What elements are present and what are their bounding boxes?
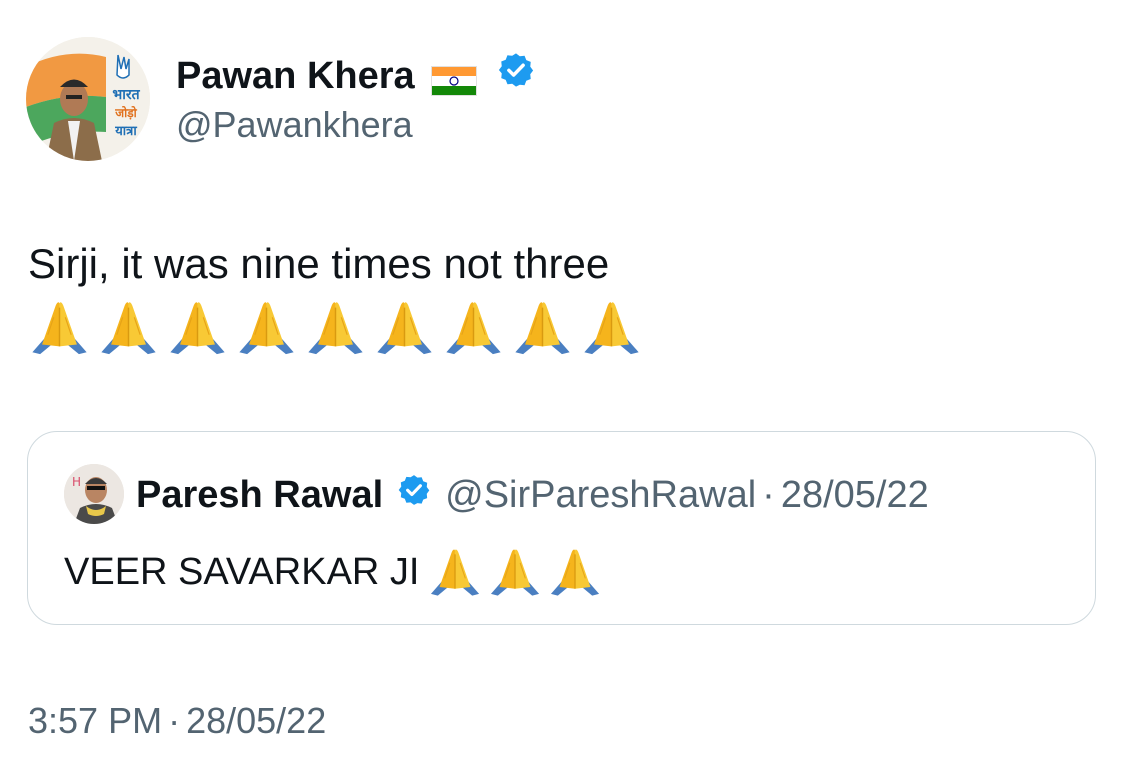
folded-hands-emoji: [442, 296, 505, 358]
author-name[interactable]: Pawan Khera: [176, 53, 415, 99]
folded-hands-emoji: [373, 296, 436, 358]
quoted-author-avatar[interactable]: H: [64, 464, 124, 524]
folded-hands-emoji: [28, 296, 91, 358]
timestamp-date[interactable]: 28/05/22: [186, 700, 326, 741]
verified-badge-icon: [397, 472, 431, 518]
quoted-body: VEER SAVARKAR JI: [64, 544, 603, 599]
svg-text:यात्रा: यात्रा: [114, 124, 137, 139]
quoted-date[interactable]: 28/05/22: [781, 472, 929, 518]
author-avatar[interactable]: भारत जोड़ो यात्रा: [26, 37, 150, 161]
quoted-emoji-row: [427, 544, 603, 599]
timestamp-separator: ·: [168, 700, 181, 741]
tweet-timestamp[interactable]: 3:57 PM · 28/05/22: [28, 699, 326, 743]
quoted-author-handle[interactable]: @SirPareshRawal: [445, 472, 756, 518]
folded-hands-emoji: [487, 544, 543, 599]
author-name-row[interactable]: Pawan Khera: [176, 51, 535, 100]
verified-badge-icon: [497, 51, 535, 100]
tweet-emoji-row: [28, 296, 643, 358]
svg-text:जोड़ो: जोड़ो: [114, 106, 137, 120]
folded-hands-emoji: [580, 296, 643, 358]
folded-hands-emoji: [427, 544, 483, 599]
folded-hands-emoji: [166, 296, 229, 358]
tweet-text: Sirji, it was nine times not three: [28, 240, 610, 287]
quoted-separator: ·: [762, 474, 775, 516]
author-handle[interactable]: @Pawankhera: [176, 103, 413, 147]
timestamp-time[interactable]: 3:57 PM: [28, 700, 162, 741]
folded-hands-emoji: [304, 296, 367, 358]
folded-hands-emoji: [511, 296, 574, 358]
svg-text:भारत: भारत: [112, 87, 140, 103]
india-flag-icon: [430, 61, 477, 96]
svg-text:H: H: [72, 475, 81, 489]
quoted-header: Paresh Rawal @SirPareshRawal · 28/05/22: [136, 472, 929, 518]
folded-hands-emoji: [235, 296, 298, 358]
quoted-author-name[interactable]: Paresh Rawal: [136, 472, 383, 518]
quoted-text: VEER SAVARKAR JI: [64, 550, 420, 593]
quoted-tweet-card[interactable]: H Paresh Rawal @SirPareshRawal · 28/05/2…: [27, 431, 1096, 625]
folded-hands-emoji: [97, 296, 160, 358]
folded-hands-emoji: [547, 544, 603, 599]
